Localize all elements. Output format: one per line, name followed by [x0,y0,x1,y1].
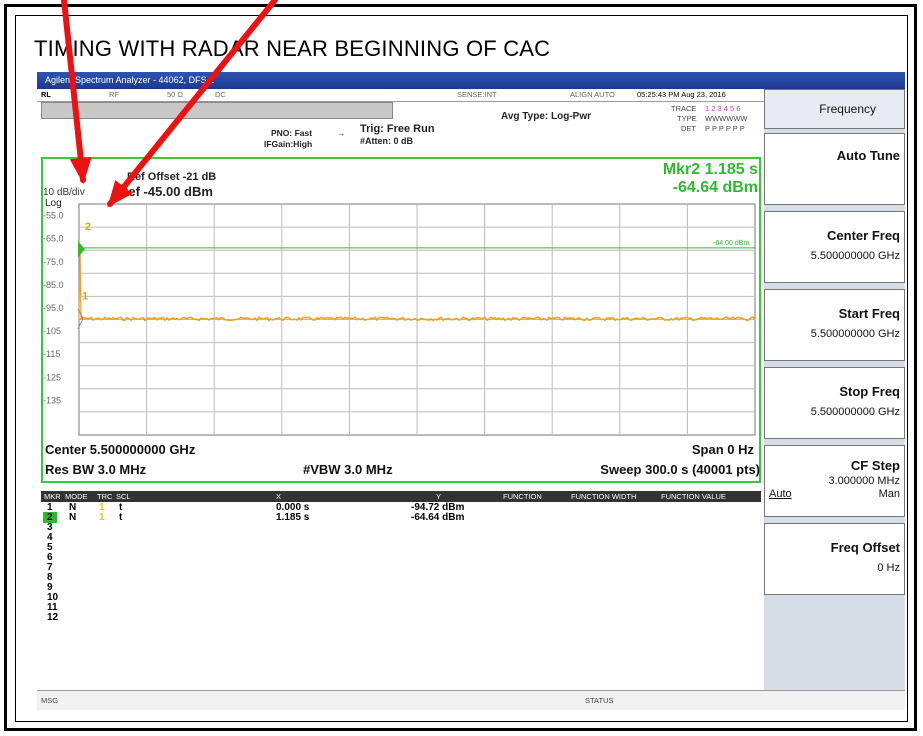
col-scl: SCL [116,492,131,501]
softkey-panel: Frequency Auto Tune Center Freq 5.500000… [764,89,905,690]
y-tick-label: -135 [43,395,61,405]
marker-table-header: MKR MODE TRC SCL X Y FUNCTION FUNCTION W… [41,491,761,502]
table-row[interactable]: 7 [41,562,761,573]
softkey-menu-title: Frequency [764,89,905,129]
table-row[interactable]: 6 [41,552,761,563]
col-mkr: MKR [44,492,61,501]
cell-y: -64.64 dBm [411,512,465,523]
span-readout: Span 0 Hz [691,442,754,457]
status-label: STATUS [585,696,614,705]
y-tick-label: -125 [43,372,61,382]
cf-step-man: Man [878,488,900,500]
cf-step-auto: Auto [769,488,792,500]
col-function: FUNCTION [503,492,542,501]
stop-freq-value: 5.500000000 GHz [810,406,900,418]
col-trc: TRC [97,492,113,501]
center-freq-label: Center Freq [827,228,900,243]
start-freq-button[interactable]: Start Freq 5.500000000 GHz [764,289,905,361]
vbw-readout: #VBW 3.0 MHz [303,462,393,477]
cell-x: 1.185 s [276,512,310,523]
table-row[interactable]: 4 [41,532,761,543]
auto-tune-button[interactable]: Auto Tune [764,133,905,205]
analyzer-screenshot: Agilent Spectrum Analyzer - 44062, DFS 1… [37,72,905,710]
table-row[interactable]: 9 [41,582,761,593]
freq-offset-button[interactable]: Freq Offset 0 Hz [764,523,905,595]
msg-label: MSG [41,696,59,705]
marker-2-label: 2 [85,221,91,233]
cell-mode: N [69,512,77,523]
marker-1-label: 1 [82,290,88,302]
table-row[interactable]: 12 [41,612,761,623]
cell-scl: t [119,512,123,523]
table-row[interactable]: 8 [41,572,761,583]
y-tick-label: -75.0 [43,257,64,267]
figure-heading: TIMING WITH RADAR NEAR BEGINNING OF CAC [34,36,551,61]
status-bar: MSG STATUS [37,690,905,710]
threshold-label: -64.00 dBm [713,240,749,247]
analyzer-panel: RL RF 50 Ω DC SENSE:INT ALIGN AUTO 05:25… [37,89,764,690]
cf-step-button[interactable]: CF Step 3.000000 MHz Auto Man [764,445,905,517]
table-row[interactable]: 10 [41,592,761,603]
freq-offset-value: 0 Hz [877,562,900,574]
trace-plot: -55.0 -65.0 -75.0 -85.0 -95.0 -105 -115 -125 -13… [43,203,756,436]
center-freq-button[interactable]: Center Freq 5.500000000 GHz [764,211,905,283]
freq-offset-label: Freq Offset [830,540,900,555]
table-row[interactable]: 2 N 1 t 1.185 s -64.64 dBm [41,512,761,523]
col-mode: MODE [65,492,88,501]
stop-freq-button[interactable]: Stop Freq 5.500000000 GHz [764,367,905,439]
col-function-width: FUNCTION WIDTH [571,492,637,501]
y-tick-label: -105 [43,326,61,336]
table-row[interactable]: 11 [41,602,761,613]
start-freq-label: Start Freq [838,306,900,321]
stop-freq-label: Stop Freq [839,384,900,399]
center-freq-value: 5.500000000 GHz [810,250,900,262]
cf-step-value: 3.000000 MHz [828,475,900,487]
cell-n: 12 [47,612,59,623]
menu-title: Frequency [819,102,876,116]
table-row[interactable]: 1 N 1 t 0.000 s -94.72 dBm [41,502,761,513]
col-x: X [276,492,282,501]
center-freq-readout: Center 5.500000000 GHz [45,442,196,457]
sweep-readout: Sweep 300.0 s (40001 pts) [600,462,760,477]
y-tick-label: -55.0 [43,211,64,221]
cell-trc: 1 [99,512,105,523]
y-tick-label: -95.0 [43,303,64,313]
y-tick-label: -115 [43,349,60,359]
col-function-value: FUNCTION VALUE [661,492,726,501]
start-freq-value: 5.500000000 GHz [810,328,900,340]
table-row[interactable]: 5 [41,542,761,553]
auto-tune-label: Auto Tune [836,148,900,163]
cf-step-label: CF Step [850,458,900,473]
res-bw-readout: Res BW 3.0 MHz [45,462,147,477]
col-y: Y [436,492,442,501]
window-titlebar: Agilent Spectrum Analyzer - 44062, DFS 1 [37,72,905,89]
table-row[interactable]: 3 [41,522,761,533]
y-tick-label: -65.0 [43,234,64,244]
y-tick-label: -85.0 [43,280,64,290]
